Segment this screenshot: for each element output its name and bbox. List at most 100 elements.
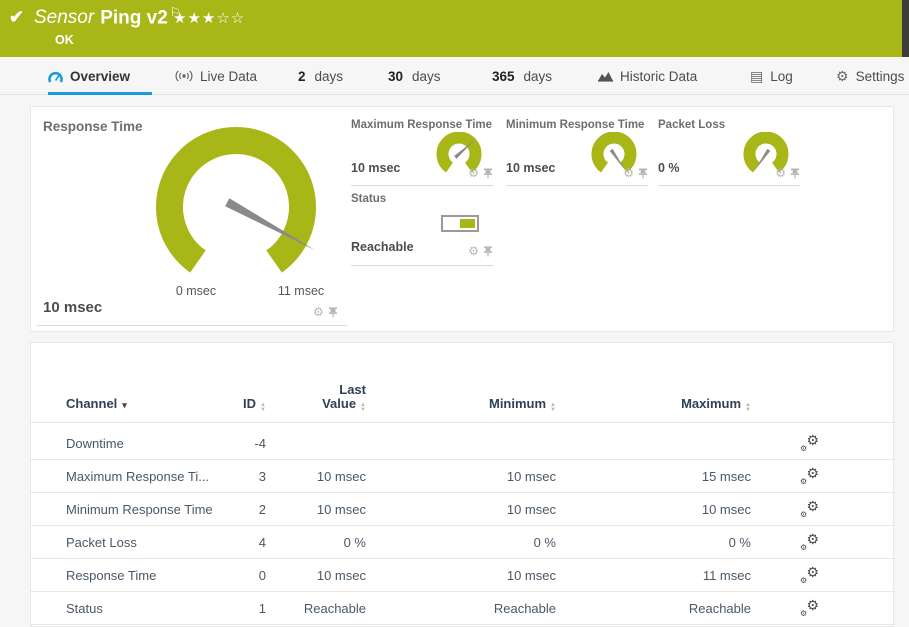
channel-id: 3 (216, 469, 266, 484)
panel-value: 10 msec (351, 161, 400, 175)
gauge-min-label: 0 msec (161, 284, 231, 298)
tab-30-days[interactable]: 30 days (388, 57, 441, 95)
tab-settings[interactable]: ⚙ Settings (836, 57, 904, 95)
tab-overview-label: Overview (70, 69, 130, 84)
pin-icon[interactable] (790, 168, 800, 179)
gear-icon[interactable]: ⚙ (468, 245, 479, 257)
channel-id: 2 (216, 502, 266, 517)
panel-title: Status (351, 193, 386, 205)
channel-actions: ⚙⚙ (751, 566, 851, 585)
channel-name[interactable]: Downtime (66, 436, 216, 451)
prtg-sensor-page: ✔ SensorPing v2⚐ ★★★☆☆ OK Overview Live … (0, 0, 909, 627)
overview-gauges-card: Response Time 0 msec 11 msec 10 msec ⚙ M… (30, 106, 894, 332)
pin-icon[interactable] (483, 246, 493, 257)
channel-name[interactable]: Packet Loss (66, 535, 216, 550)
channel-last-value: 10 msec (266, 502, 366, 517)
table-row[interactable]: Response Time010 msec10 msec11 msec⚙⚙ (31, 559, 895, 592)
channel-settings-icon[interactable]: ⚙⚙ (801, 467, 819, 483)
pin-icon[interactable] (328, 307, 338, 318)
divider (351, 185, 493, 186)
channel-minimum: Reachable (366, 601, 556, 616)
channel-settings-icon[interactable]: ⚙⚙ (801, 599, 819, 615)
channel-name[interactable]: Status (66, 601, 216, 616)
divider (658, 185, 800, 186)
log-list-icon: ▤ (750, 69, 763, 83)
tab-365-days-number: 365 (492, 69, 515, 84)
divider (37, 325, 347, 326)
gauge-actions: ⚙ (775, 167, 800, 179)
tab-settings-label: Settings (856, 69, 905, 84)
channel-maximum: Reachable (556, 601, 751, 616)
rating-stars[interactable]: ★★★☆☆ (173, 9, 245, 27)
gauge-actions: ⚙ (468, 167, 493, 179)
channel-table-card: Channel▾ ID▲▼ Last Value▲▼ Minimum▲▼ Max… (30, 342, 894, 627)
gear-icon[interactable]: ⚙ (623, 167, 634, 179)
table-row[interactable]: Minimum Response Time210 msec10 msec10 m… (31, 493, 895, 526)
table-row[interactable]: Maximum Response Ti...310 msec10 msec15 … (31, 460, 895, 493)
gauge-icon (48, 70, 63, 83)
col-minimum[interactable]: Minimum▲▼ (366, 397, 556, 412)
channel-table-body: Downtime-4 ⚙⚙ Maximum Response Ti...3 10 ms… (31, 427, 895, 625)
gear-icon[interactable]: ⚙ (313, 306, 324, 318)
channel-name[interactable]: Maximum Response Ti... (66, 469, 216, 484)
live-signal-icon (175, 70, 193, 82)
channel-maximum: 10 msec (556, 502, 751, 517)
panel-status: Status Reachable ⚙ (351, 193, 493, 267)
panel-value: 0 % (658, 161, 680, 175)
pin-icon[interactable] (483, 168, 493, 179)
channel-maximum: 11 msec (556, 568, 751, 583)
table-row[interactable]: Status1ReachableReachableReachable⚙⚙ (31, 592, 895, 625)
channel-id: -4 (216, 436, 266, 451)
switch-knob (460, 219, 475, 228)
gauge-max-label: 11 msec (261, 284, 341, 298)
panel-value: 10 msec (506, 161, 555, 175)
tab-365-days[interactable]: 365 days (492, 57, 552, 95)
panel-title: Minimum Response Time (506, 119, 644, 131)
right-edge-panel (902, 0, 909, 57)
panel-maximum-response-time: Maximum Response Time 10 msec ⚙ (351, 119, 493, 193)
response-time-value: 10 msec (43, 299, 102, 316)
channel-actions: ⚙⚙ (751, 500, 851, 519)
tab-log[interactable]: ▤ Log (750, 57, 793, 95)
channel-settings-icon[interactable]: ⚙⚙ (801, 434, 819, 450)
channel-settings-icon[interactable]: ⚙⚙ (801, 533, 819, 549)
channel-settings-icon[interactable]: ⚙⚙ (801, 500, 819, 516)
tab-overview[interactable]: Overview (48, 57, 130, 95)
pin-icon[interactable] (638, 168, 648, 179)
table-row[interactable]: Packet Loss40 %0 %0 %⚙⚙ (31, 526, 895, 559)
table-row[interactable]: Downtime-4 ⚙⚙ (31, 427, 895, 460)
channel-maximum: 0 % (556, 535, 751, 550)
gear-icon[interactable]: ⚙ (775, 167, 786, 179)
gear-icon[interactable]: ⚙ (468, 167, 479, 179)
sensor-header: ✔ SensorPing v2⚐ ★★★☆☆ OK (0, 0, 909, 57)
channel-name[interactable]: Response Time (66, 568, 216, 583)
tab-2-days[interactable]: 2 days (298, 57, 343, 95)
status-ok-check-icon: ✔ (9, 7, 24, 28)
active-tab-underline (48, 92, 152, 95)
channel-actions: ⚙⚙ (751, 533, 851, 552)
tab-historic-data-label: Historic Data (620, 69, 697, 84)
tab-historic-data[interactable]: Historic Data (598, 57, 697, 95)
status-switch[interactable] (441, 215, 479, 232)
sensor-title: SensorPing v2⚐ (34, 5, 181, 29)
gear-icon: ⚙ (836, 69, 849, 83)
channel-name[interactable]: Minimum Response Time (66, 502, 216, 517)
panel-value: Reachable (351, 240, 414, 254)
col-channel[interactable]: Channel▾ (66, 397, 216, 412)
sort-icon: ▲▼ (745, 403, 751, 412)
tab-live-data[interactable]: Live Data (175, 57, 257, 95)
panel-title: Maximum Response Time (351, 119, 492, 131)
channel-minimum: 10 msec (366, 469, 556, 484)
col-maximum[interactable]: Maximum▲▼ (556, 397, 751, 412)
channel-last-value: 0 % (266, 535, 366, 550)
col-id[interactable]: ID▲▼ (216, 397, 266, 412)
tab-2-days-label: days (315, 69, 344, 84)
tab-30-days-label: days (412, 69, 441, 84)
tab-30-days-number: 30 (388, 69, 403, 84)
channel-actions: ⚙⚙ (751, 467, 851, 486)
col-last-value[interactable]: Last Value▲▼ (266, 383, 366, 412)
divider (506, 185, 648, 186)
gauge-actions: ⚙ (468, 245, 493, 257)
sensor-kind-label: Sensor (34, 7, 94, 28)
channel-settings-icon[interactable]: ⚙⚙ (801, 566, 819, 582)
